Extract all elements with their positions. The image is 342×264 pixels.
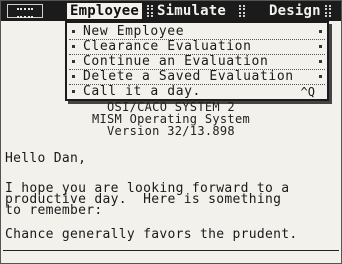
bottom-divider	[3, 250, 339, 251]
menu-design[interactable]: Design	[269, 3, 321, 19]
menu-item-marker	[319, 75, 322, 78]
screen: Employee Simulate Design New Employee Cl…	[0, 0, 342, 264]
menu-item-label: New Employee	[83, 24, 185, 39]
message-line: to remember:	[5, 203, 103, 218]
menu-item-marker	[72, 45, 75, 48]
menu-item-marker	[319, 30, 322, 33]
menu-item-clearance-evaluation[interactable]: Clearance Evaluation	[69, 40, 325, 55]
menu-item-label: Clearance Evaluation	[83, 39, 252, 54]
menu-separator	[239, 5, 245, 17]
menu-item-marker	[72, 60, 75, 63]
fortune-quote: Chance generally favors the prudent.	[5, 227, 298, 242]
menu-separator	[325, 5, 331, 17]
menu-item-label: Delete a Saved Evaluation	[83, 69, 294, 84]
menu-item-marker	[72, 75, 75, 78]
os-version: Version 32/13.898	[107, 124, 235, 138]
menu-separator	[147, 5, 153, 17]
menu-simulate[interactable]: Simulate	[157, 3, 226, 19]
greeting-text: Hello Dan,	[5, 151, 87, 166]
menu-item-call-it-a-day[interactable]: Call it a day. ^Q	[69, 85, 325, 100]
menu-item-marker	[319, 60, 322, 63]
menu-item-marker	[72, 90, 75, 93]
menu-item-marker	[319, 45, 322, 48]
system-glyph-icon	[17, 8, 33, 18]
menu-employee[interactable]: Employee	[67, 3, 143, 19]
system-menu-icon[interactable]	[7, 4, 43, 18]
menu-item-new-employee[interactable]: New Employee	[69, 25, 325, 40]
shortcut-label: ^Q	[300, 85, 315, 99]
menu-item-marker	[72, 30, 75, 33]
menu-item-label: Call it a day.	[83, 84, 201, 99]
menu-item-label: Continue an Evaluation	[83, 54, 269, 69]
menu-bar: Employee Simulate Design	[1, 1, 341, 21]
menu-item-delete-saved-evaluation[interactable]: Delete a Saved Evaluation	[69, 70, 325, 85]
menu-item-continue-evaluation[interactable]: Continue an Evaluation	[69, 55, 325, 70]
employee-dropdown-menu: New Employee Clearance Evaluation Contin…	[65, 21, 329, 101]
